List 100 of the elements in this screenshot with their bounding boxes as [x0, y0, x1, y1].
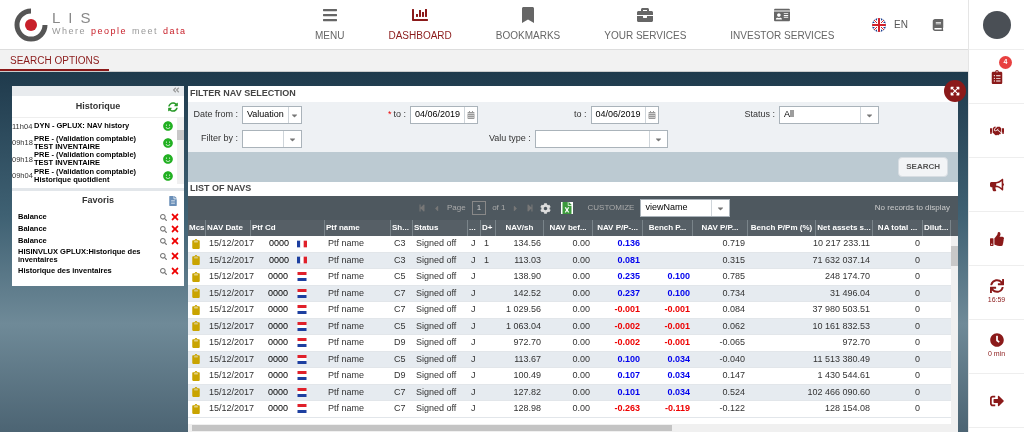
- table-cell: Signed off: [416, 319, 457, 333]
- table-cell-text: 0.100: [667, 270, 690, 283]
- table-cell-text: 0.785: [722, 270, 745, 283]
- table-cell-text: -0.263: [614, 402, 640, 415]
- table-cell-text: J: [471, 237, 476, 250]
- table-cell-text: 0: [915, 237, 920, 250]
- nav-item[interactable]: DASHBOARD: [388, 6, 452, 43]
- table-cell-text: D9: [394, 369, 406, 382]
- flag-icon: [296, 321, 308, 331]
- clipboard-icon[interactable]: [191, 271, 201, 282]
- select-field[interactable]: [242, 130, 302, 148]
- search-icon[interactable]: [160, 225, 167, 233]
- search-icon[interactable]: [160, 213, 167, 221]
- table-cell-text: D9: [394, 336, 406, 349]
- scrollbar[interactable]: [951, 236, 958, 424]
- table-cell-text: Signed off: [416, 402, 457, 415]
- menu-icon: [321, 6, 338, 23]
- clock-icon: [989, 333, 1004, 348]
- search-icon[interactable]: [160, 237, 167, 245]
- clipboard-icon[interactable]: [191, 354, 201, 365]
- bar-chart-icon: [412, 6, 429, 23]
- delete-icon[interactable]: [170, 212, 180, 222]
- table-cell-text: 0: [915, 402, 920, 415]
- table-cell-text: 128.98: [513, 402, 541, 415]
- collapse-icon[interactable]: [172, 86, 180, 94]
- table-cell: J: [471, 319, 476, 333]
- nav-item[interactable]: YOUR SERVICES: [604, 6, 687, 43]
- select-field[interactable]: [534, 130, 668, 148]
- table-cell-text: 134.56: [513, 237, 541, 250]
- clipboard-icon[interactable]: [191, 337, 201, 348]
- table-cell-text: 248 174.70: [824, 270, 870, 283]
- delete-icon[interactable]: [170, 236, 180, 246]
- clipboard-icon[interactable]: [191, 387, 201, 398]
- previous-page-icon[interactable]: [432, 203, 441, 213]
- flag-icon: [296, 338, 308, 348]
- table-cell: 0.237: [617, 286, 640, 300]
- table-cell-text: Ptf name: [328, 402, 365, 415]
- clipboard-icon[interactable]: [191, 403, 201, 414]
- table-cell: 71 632 037.14: [812, 253, 870, 267]
- table-cell-text: J: [471, 402, 476, 415]
- table-cell-text: 15/12/2017: [209, 270, 255, 283]
- table-cell: 0.062: [722, 319, 745, 333]
- table-cell-text: J: [471, 369, 476, 382]
- search-button[interactable]: SEARCH: [898, 157, 948, 177]
- table-cell: 11 513 380.49: [813, 352, 870, 366]
- logo-text: LIS: [52, 10, 100, 26]
- first-page-icon[interactable]: [418, 204, 426, 212]
- table-cell-text: 0000: [268, 270, 288, 283]
- table-cell-text: 0.00: [572, 270, 590, 283]
- avatar[interactable]: [982, 10, 1011, 39]
- spreadsheet-icon[interactable]: [561, 202, 574, 214]
- select-field[interactable]: Valuation: [242, 106, 302, 124]
- nav-item[interactable]: INVESTOR SERVICES: [730, 6, 835, 43]
- table-cell: 15/12/2017: [209, 385, 255, 399]
- scrollbar[interactable]: [177, 118, 184, 184]
- delete-icon[interactable]: [170, 224, 180, 234]
- table-cell: Ptf name: [328, 319, 365, 333]
- table-cell-text: 15/12/2017: [209, 369, 255, 382]
- table-cell: 0000: [269, 253, 289, 267]
- clipboard-icon[interactable]: [191, 238, 201, 249]
- table-cell-text: C3: [394, 237, 406, 250]
- clipboard-icon[interactable]: [191, 255, 201, 266]
- search-icon[interactable]: [160, 267, 167, 275]
- search-icon[interactable]: [160, 252, 167, 260]
- last-page-icon[interactable]: [526, 204, 535, 212]
- table-cell: 0.081: [617, 253, 640, 267]
- flag-icon: [296, 288, 308, 298]
- table-cell: C7: [394, 286, 406, 300]
- settings-icon[interactable]: [540, 202, 552, 214]
- table-cell: Ptf name: [328, 352, 365, 366]
- customize-select[interactable]: viewName: [640, 199, 731, 217]
- document-icon[interactable]: [168, 196, 178, 206]
- table-cell: Ptf name: [328, 253, 365, 267]
- select-field[interactable]: All: [779, 106, 880, 124]
- page-field[interactable]: 1: [471, 201, 487, 215]
- flag-icon: [297, 256, 307, 265]
- clipboard-icon[interactable]: [191, 321, 201, 332]
- refresh-icon[interactable]: [168, 101, 178, 112]
- clipboard-icon[interactable]: [191, 304, 201, 315]
- table-cell: 15/12/2017: [209, 319, 255, 333]
- table-cell: J: [471, 253, 476, 267]
- clipboard-icon[interactable]: [191, 370, 201, 381]
- nav-item[interactable]: BOOKMARKS: [495, 6, 561, 43]
- table-cell-text: Signed off: [416, 336, 457, 349]
- table-cell: J: [471, 352, 476, 366]
- table-cell-text: Ptf name: [328, 369, 365, 382]
- table-cell: J: [471, 286, 476, 300]
- scrollbar[interactable]: [188, 424, 958, 432]
- nav-item[interactable]: MENU: [315, 6, 345, 43]
- table-cell: 0: [915, 352, 920, 366]
- table-cell-text: J: [471, 336, 476, 349]
- date-field[interactable]: 04/06/2019: [410, 106, 478, 124]
- clipboard-icon[interactable]: [191, 288, 201, 299]
- book-icon[interactable]: [932, 18, 944, 31]
- table-cell-text: Ptf name: [328, 270, 365, 283]
- date-field[interactable]: 04/06/2019: [590, 106, 659, 124]
- expand-button[interactable]: [944, 80, 966, 102]
- language-label[interactable]: EN: [894, 17, 908, 32]
- delete-icon[interactable]: [170, 251, 180, 261]
- delete-icon[interactable]: [170, 266, 180, 276]
